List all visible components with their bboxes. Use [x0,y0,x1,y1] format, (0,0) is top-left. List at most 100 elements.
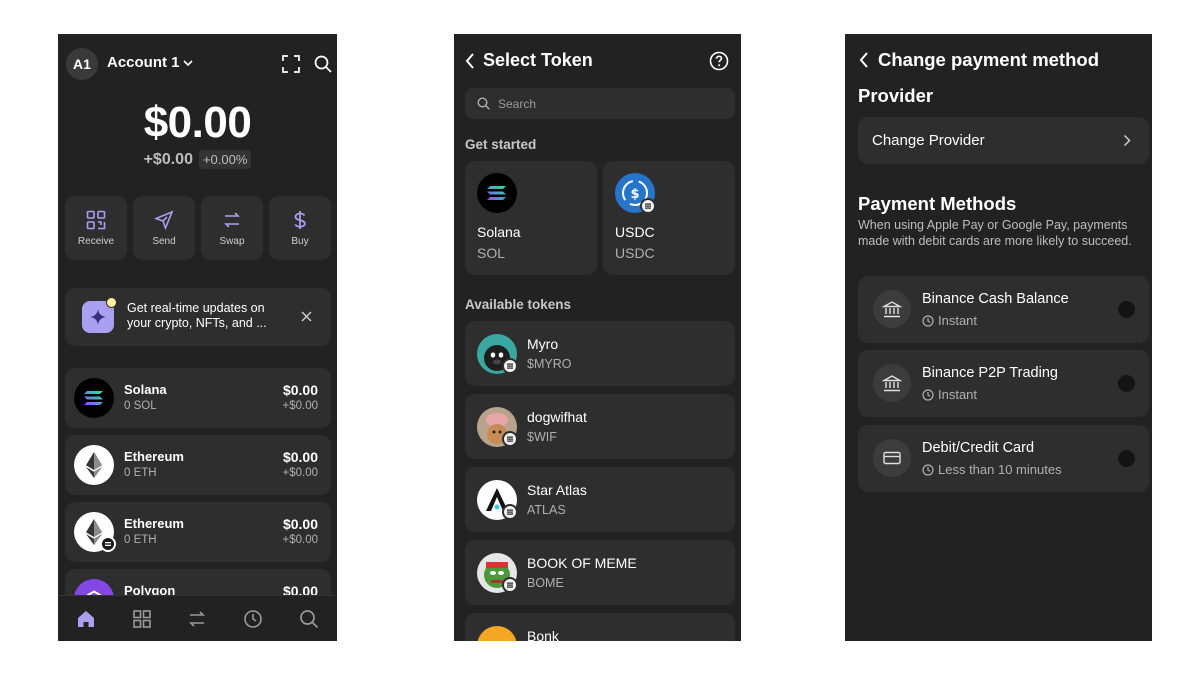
token-symbol: SOL [477,245,506,261]
payment-method-option[interactable]: Binance P2P Trading Instant [858,350,1149,417]
token-name: Bonk [527,628,559,641]
bonk-logo [477,626,517,641]
send-icon [154,210,174,230]
swap-label: Swap [219,235,245,247]
new-indicator-dot [106,297,117,308]
clock-icon [922,463,934,476]
featured-token-card[interactable]: $ USDC USDC [603,161,735,275]
chevron-right-icon [1123,134,1131,147]
asset-value: $0.00 [282,449,318,465]
token-symbol: BOME [527,576,564,590]
asset-row[interactable]: Ethereum 0 ETH $0.00 +$0.00 [65,502,331,562]
back-arrow-icon[interactable] [859,52,869,68]
asset-row[interactable]: Ethereum 0 ETH $0.00 +$0.00 [65,435,331,495]
token-symbol: ATLAS [527,503,566,517]
back-arrow-icon[interactable] [465,52,475,69]
eta-text: Instant [938,313,978,328]
change-provider-button[interactable]: Change Provider [858,117,1149,164]
qr-code-icon [86,210,106,229]
account-name: Account 1 [107,54,180,71]
change-provider-label: Change Provider [872,132,985,149]
chevron-down-icon [182,59,193,66]
search-bar[interactable] [465,88,735,119]
search-icon[interactable] [299,609,319,629]
asset-change: +$0.00 [282,467,319,479]
token-row[interactable]: Star Atlas ATLAS [465,467,735,532]
history-icon[interactable] [243,609,263,629]
asset-value: $0.00 [282,516,318,532]
asset-amount: 0 SOL [124,400,157,412]
receive-button[interactable]: Receive [65,196,127,260]
send-label: Send [152,235,176,247]
wallet-screen: A1 Account 1 $0.00 +$0.00 +0.00% Receive… [58,34,337,641]
featured-token-card[interactable]: Solana SOL [465,161,597,275]
notifications-banner[interactable]: Get real-time updates on your crypto, NF… [65,288,331,346]
token-symbol: $WIF [527,430,557,444]
network-badge-icon [502,577,518,593]
network-badge-icon [100,536,116,552]
bank-icon [873,364,911,402]
header: Select Token [465,50,593,71]
grid-icon[interactable] [132,609,152,629]
token-symbol: $MYRO [527,357,572,371]
token-name: USDC [615,224,655,240]
buy-button[interactable]: Buy [269,196,331,260]
token-row[interactable]: Bonk [465,613,735,641]
swap-button[interactable]: Swap [201,196,263,260]
page-title: Change payment method [878,49,1099,70]
svg-text:$: $ [630,187,639,202]
token-name: Solana [477,224,521,240]
search-icon [477,97,490,110]
radio-button[interactable] [1118,375,1135,392]
token-row[interactable]: dogwifhat $WIF [465,394,735,459]
account-avatar[interactable]: A1 [66,48,98,80]
bank-icon [873,290,911,328]
home-icon[interactable] [76,609,96,629]
balance-change-percent: +0.00% [198,150,252,169]
network-badge-icon [502,358,518,374]
payment-method-eta: Instant [922,387,977,402]
payment-method-option[interactable]: Debit/Credit Card Less than 10 minutes [858,425,1149,492]
asset-name: Ethereum [124,516,184,531]
get-started-heading: Get started [465,137,537,152]
account-switcher[interactable]: Account 1 [107,54,194,71]
credit-card-icon [873,439,911,477]
radio-button[interactable] [1118,450,1135,467]
swap-icon[interactable] [187,609,207,629]
asset-change: +$0.00 [282,534,319,546]
search-icon[interactable] [314,55,332,73]
payment-method-name: Debit/Credit Card [922,440,1035,456]
balance-change-amount: +$0.00 [143,150,193,168]
token-row[interactable]: Myro $MYRO [465,321,735,386]
provider-heading: Provider [858,85,934,106]
send-button[interactable]: Send [133,196,195,260]
payment-method-eta: Less than 10 minutes [922,462,1062,477]
network-badge-icon [502,504,518,520]
payment-method-option[interactable]: Binance Cash Balance Instant [858,276,1149,343]
bottom-nav [58,595,337,641]
radio-button[interactable] [1118,301,1135,318]
help-icon[interactable] [709,51,729,71]
scan-icon[interactable] [282,55,300,73]
close-icon[interactable] [301,311,312,322]
payment-method-name: Binance Cash Balance [922,291,1069,307]
balance-change: +$0.00 +0.00% [58,150,337,169]
token-name: Star Atlas [527,482,587,498]
asset-row[interactable]: Solana 0 SOL $0.00 +$0.00 [65,368,331,428]
search-input[interactable] [498,96,698,111]
asset-name: Solana [124,382,167,397]
payment-methods-description: When using Apple Pay or Google Pay, paym… [858,218,1132,248]
asset-amount: 0 ETH [124,467,157,479]
clock-icon [922,314,934,327]
receive-label: Receive [77,235,115,247]
clock-icon [922,388,934,401]
header: Change payment method [859,49,1099,71]
eta-text: Instant [938,387,978,402]
ethereum-logo [74,445,114,485]
token-symbol: USDC [615,245,655,261]
payment-method-name: Binance P2P Trading [922,365,1058,381]
page-title: Select Token [483,50,593,70]
eta-text: Less than 10 minutes [938,462,1062,477]
token-row[interactable]: BOOK OF MEME BOME [465,540,735,605]
payment-method-eta: Instant [922,313,977,328]
